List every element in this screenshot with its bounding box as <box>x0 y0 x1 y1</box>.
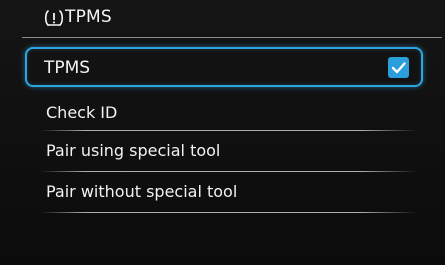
page-title: TPMS <box>65 7 112 27</box>
header: TPMS <box>0 0 445 38</box>
menu-item-pair-without-tool[interactable]: Pair without special tool <box>0 174 445 210</box>
tpms-warning-icon <box>44 9 64 27</box>
row-divider <box>40 130 418 131</box>
menu-item-label: Pair without special tool <box>46 182 238 201</box>
row-divider <box>40 171 418 172</box>
menu-item-check-id[interactable]: Check ID <box>0 92 445 128</box>
row-divider <box>40 212 418 213</box>
menu-item-label: Check ID <box>46 103 118 122</box>
tpms-toggle-label: TPMS <box>44 58 91 78</box>
menu-item-pair-special-tool[interactable]: Pair using special tool <box>0 133 445 169</box>
tpms-checkbox[interactable] <box>388 57 409 78</box>
menu-item-label: Pair using special tool <box>46 141 221 160</box>
header-divider <box>22 37 442 38</box>
checkmark-icon <box>391 62 406 74</box>
tpms-screen: TPMS TPMS Check ID Pair using special to… <box>0 0 445 265</box>
tpms-toggle-row[interactable]: TPMS <box>25 47 423 87</box>
